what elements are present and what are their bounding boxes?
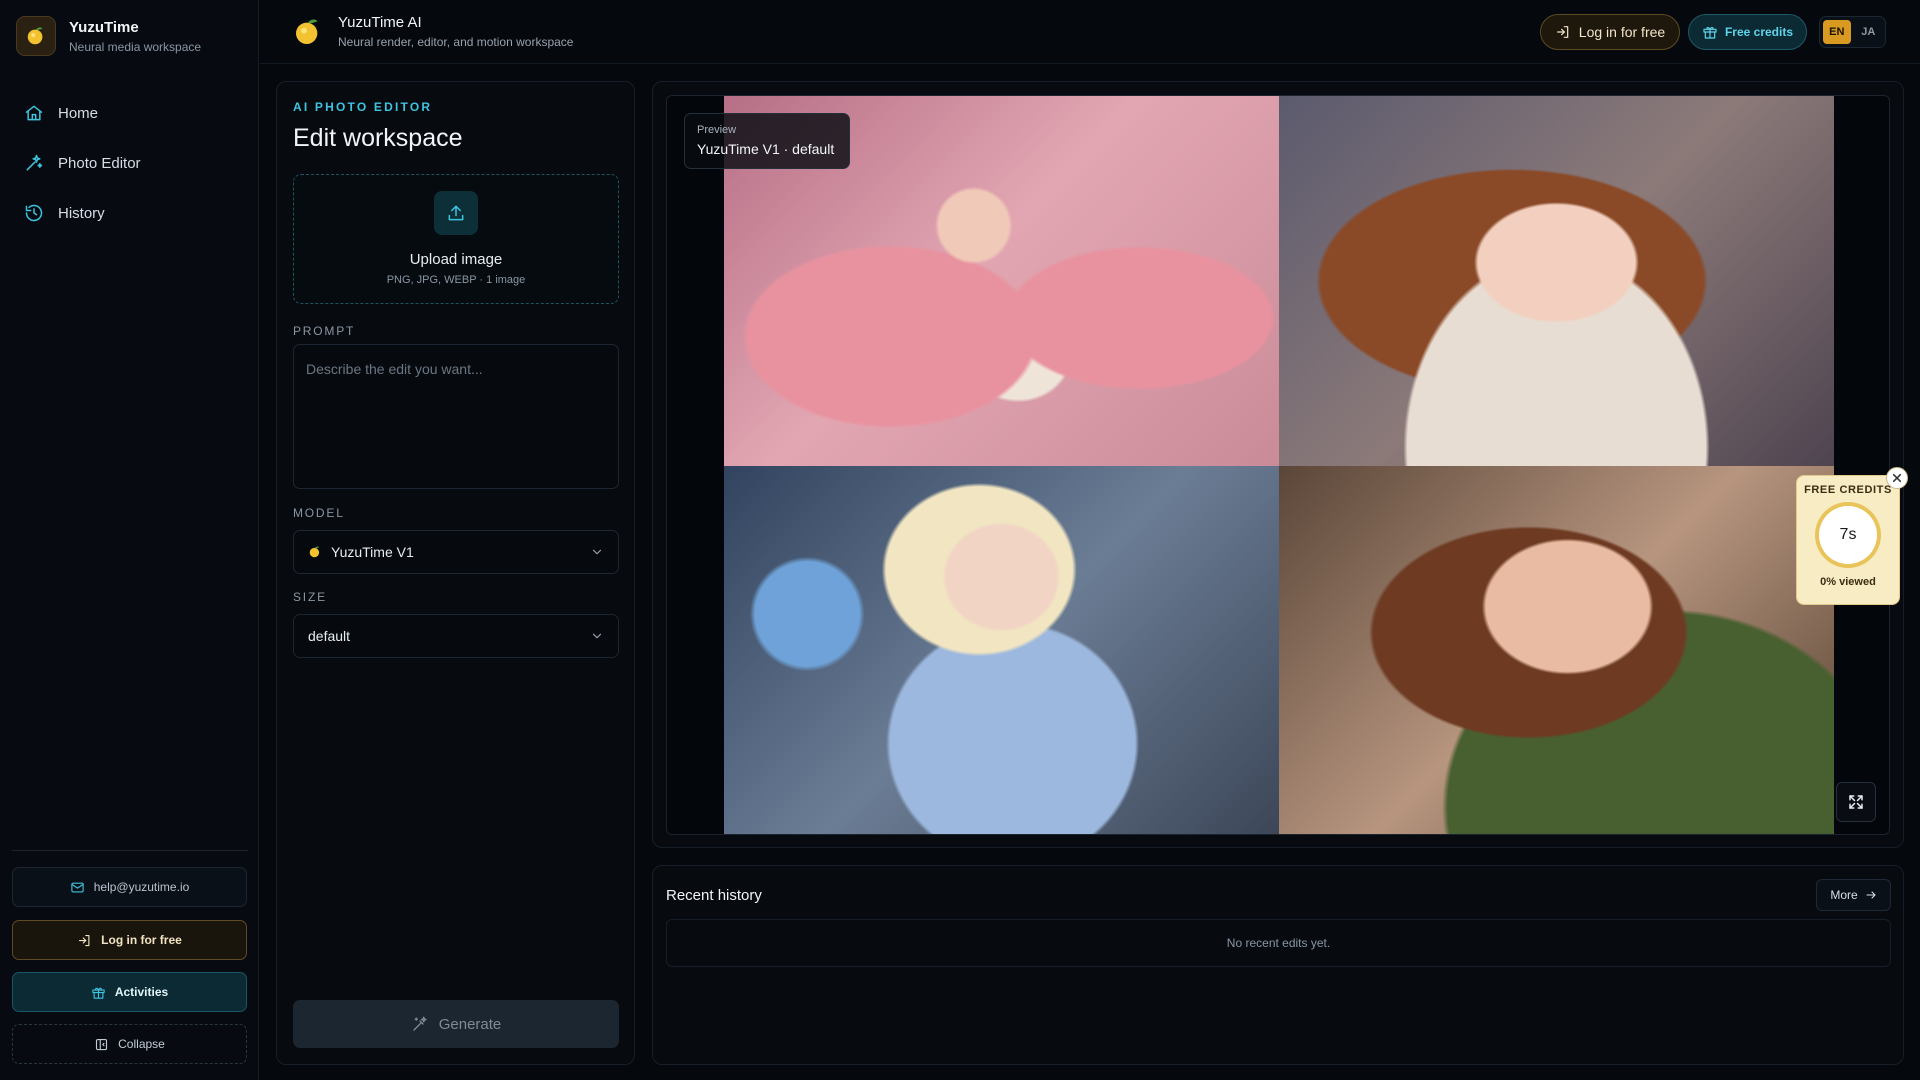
sidebar: YuzuTime Neural media workspace Home Pho…	[0, 0, 259, 1080]
upload-title: Upload image	[409, 251, 503, 268]
countdown-ring: 7s	[1815, 502, 1881, 568]
countdown-value: 7s	[1819, 506, 1877, 564]
preview-canvas: Preview YuzuTime V1 · default	[666, 95, 1890, 835]
fullscreen-button[interactable]	[1836, 782, 1876, 822]
top-header: YuzuTime AI Neural render, editor, and m…	[260, 0, 1920, 64]
chevron-down-icon	[592, 633, 602, 639]
preview-image	[724, 466, 1279, 834]
model-select[interactable]: YuzuTime V1	[293, 530, 619, 574]
header-title: YuzuTime AI	[338, 14, 422, 31]
sidebar-brand-title: YuzuTime	[69, 18, 139, 36]
preview-badge-value: YuzuTime V1 · default	[697, 141, 835, 157]
recent-history-title: Recent history	[666, 887, 762, 904]
generate-button[interactable]: Generate	[293, 1000, 619, 1048]
sidebar-item-label: Home	[58, 104, 99, 122]
magic-wand-icon	[413, 1016, 427, 1031]
viewed-progress-text: 0% viewed	[1820, 576, 1876, 588]
header-login-label: Log in for free	[1578, 24, 1666, 40]
activities-button[interactable]: Activities	[12, 972, 247, 1012]
gift-icon	[92, 987, 105, 999]
preview-image-grid	[724, 96, 1834, 834]
free-credits-label: Free credits	[1724, 25, 1794, 39]
generate-label: Generate	[438, 1015, 502, 1033]
yuzu-logo-icon	[309, 546, 320, 558]
close-icon	[1892, 473, 1902, 483]
size-select-value: default	[308, 628, 351, 644]
upload-icon	[434, 191, 478, 235]
sidebar-item-label: Photo Editor	[58, 154, 141, 172]
sidebar-item-label: History	[58, 204, 105, 222]
sidebar-login-label: Log in for free	[101, 933, 182, 947]
collapse-label: Collapse	[118, 1037, 165, 1051]
expand-icon	[1849, 795, 1863, 809]
collapse-sidebar-button[interactable]: Collapse	[12, 1024, 247, 1064]
header-login-button[interactable]: Log in for free	[1540, 14, 1680, 50]
login-icon	[1556, 26, 1569, 38]
history-more-button[interactable]: More	[1816, 879, 1891, 911]
preview-image	[1279, 466, 1834, 834]
sidebar-nav: Home Photo Editor History	[12, 92, 248, 242]
sidebar-login-button[interactable]: Log in for free	[12, 920, 247, 960]
size-select[interactable]: default	[293, 614, 619, 658]
sidebar-collapse-icon	[96, 1038, 108, 1050]
preview-badge: Preview YuzuTime V1 · default	[684, 113, 850, 169]
mail-icon	[71, 882, 84, 892]
upload-dropzone[interactable]: Upload image PNG, JPG, WEBP · 1 image	[293, 174, 619, 304]
sidebar-item-photo-editor[interactable]: Photo Editor	[12, 142, 248, 184]
support-email-label: help@yuzutime.io	[93, 880, 190, 894]
free-credits-widget[interactable]: FREE CREDITS 7s 0% viewed	[1796, 467, 1908, 605]
yuzu-logo-icon	[296, 18, 318, 44]
preview-image	[1279, 96, 1834, 466]
model-label: MODEL	[293, 506, 345, 520]
sidebar-item-home[interactable]: Home	[12, 92, 248, 134]
upload-hint: PNG, JPG, WEBP · 1 image	[386, 274, 526, 286]
support-email-button[interactable]: help@yuzutime.io	[12, 867, 247, 907]
prompt-label: PROMPT	[293, 324, 356, 338]
editor-panel: AI PHOTO EDITOR Edit workspace Upload im…	[276, 81, 635, 1065]
sidebar-brand-subtitle: Neural media workspace	[69, 39, 202, 54]
arrow-right-icon	[1866, 891, 1876, 899]
recent-history-panel: Recent history More No recent edits yet.	[652, 865, 1904, 1065]
preview-panel: Preview YuzuTime V1 · default	[652, 81, 1904, 848]
app-root: YuzuTime Neural media workspace Home Pho…	[0, 0, 1920, 1080]
header-subtitle: Neural render, editor, and motion worksp…	[338, 35, 574, 49]
sparkle-icon	[26, 154, 43, 171]
home-icon	[25, 105, 43, 121]
history-empty-state: No recent edits yet.	[666, 919, 1891, 967]
login-icon	[79, 934, 90, 946]
language-en[interactable]: EN	[1823, 20, 1851, 44]
sidebar-brand[interactable]: YuzuTime Neural media workspace	[16, 16, 201, 56]
history-icon	[25, 204, 43, 222]
activities-label: Activities	[114, 985, 169, 999]
close-widget-button[interactable]	[1886, 467, 1908, 489]
size-label: SIZE	[293, 590, 327, 604]
language-ja[interactable]: JA	[1855, 20, 1883, 44]
free-credits-widget-title: FREE CREDITS	[1804, 484, 1892, 496]
sidebar-item-history[interactable]: History	[12, 192, 248, 234]
model-select-value: YuzuTime V1	[331, 544, 414, 560]
editor-title: Edit workspace	[293, 124, 463, 152]
free-credits-button[interactable]: Free credits	[1688, 14, 1807, 50]
header-brand: YuzuTime AI Neural render, editor, and m…	[292, 14, 573, 49]
yuzu-logo-icon	[16, 16, 56, 56]
history-more-label: More	[1830, 888, 1858, 902]
sidebar-divider	[12, 850, 248, 851]
gift-icon	[1703, 26, 1717, 39]
editor-eyebrow: AI PHOTO EDITOR	[293, 100, 433, 114]
prompt-input[interactable]	[293, 344, 619, 489]
chevron-down-icon	[592, 549, 602, 555]
language-switcher: EN JA	[1819, 16, 1886, 48]
preview-badge-label: Preview	[697, 124, 737, 136]
